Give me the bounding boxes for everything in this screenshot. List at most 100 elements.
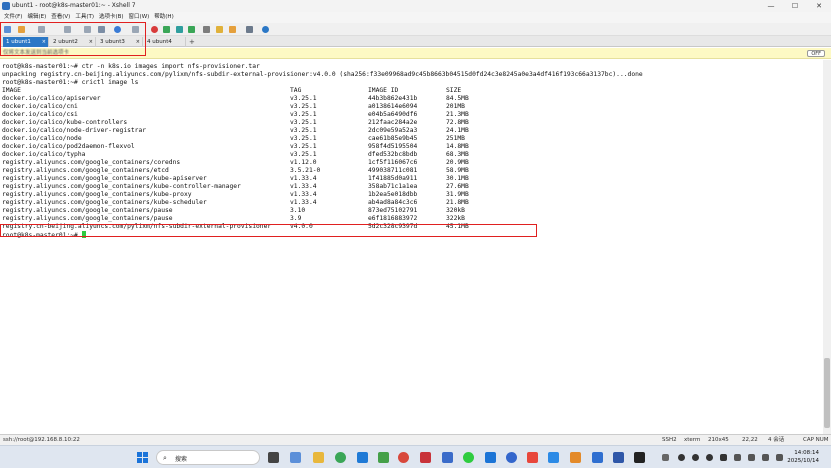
table-row-cell: 72.8MB [446, 119, 469, 126]
output-line: unpacking registry.cn-beijing.aliyuncs.c… [2, 71, 643, 78]
table-row-cell: registry.aliyuncs.com/google_containers/… [2, 199, 207, 206]
table-row-cell: v3.25.1 [290, 119, 317, 126]
table-row-cell: 2dc09e59a52a3 [368, 127, 418, 134]
off-toggle-button[interactable]: OFF [807, 50, 825, 57]
table-row-cell: 1f41885d0a911 [368, 175, 418, 182]
keyboard-icon[interactable] [203, 26, 210, 33]
table-row-cell: docker.io/calico/pod2daemon-flexvol [2, 143, 135, 150]
table-row-cell: registry.aliyuncs.com/google_containers/… [2, 167, 169, 174]
wifi-icon[interactable] [748, 454, 755, 461]
minimize-button[interactable]: — [759, 0, 783, 12]
caps-num-indicator: CAP NUM [803, 437, 829, 443]
taskbar-clock[interactable]: 14:08:14 2025/10/14 [787, 449, 819, 465]
table-row-cell: docker.io/calico/typha [2, 151, 86, 158]
table-row-cell: 27.6MB [446, 183, 469, 190]
add-tab-button[interactable]: + [189, 37, 195, 47]
app-icon[interactable] [634, 452, 645, 463]
xftp-icon[interactable] [151, 26, 158, 33]
app-icon[interactable] [442, 452, 453, 463]
transfer-icon[interactable] [163, 26, 170, 33]
table-row-cell: 201MB [446, 103, 465, 110]
app-icon[interactable] [527, 452, 538, 463]
table-row-cell: 1b2ea5e018dbb [368, 191, 418, 198]
menu-help[interactable]: 帮助(H) [154, 12, 173, 23]
windows-start-icon[interactable] [137, 452, 148, 463]
table-row-cell: registry.aliyuncs.com/google_containers/… [2, 175, 207, 182]
xshell-window: ubunt1 - root@k8s-master01:~ - Xshell 7 … [0, 0, 831, 468]
tray-icon[interactable] [706, 454, 713, 461]
toolbar-highlight-box [0, 22, 146, 56]
layout-icon[interactable] [246, 26, 253, 33]
xshell-task-icon[interactable] [398, 452, 409, 463]
table-header-cell: IMAGE [2, 87, 21, 94]
table-row-cell: registry.aliyuncs.com/google_containers/… [2, 207, 173, 214]
terminal-area[interactable]: root@k8s-master01:~# ctr -n k8s.io image… [0, 60, 823, 434]
table-row-cell: registry.aliyuncs.com/google_containers/… [2, 183, 241, 190]
table-row-cell: docker.io/calico/cni [2, 103, 78, 110]
word-icon[interactable] [613, 452, 624, 463]
battery-icon[interactable] [776, 454, 783, 461]
vscode-icon[interactable] [357, 452, 368, 463]
app-icon[interactable] [570, 452, 581, 463]
file-explorer-icon[interactable] [313, 452, 324, 463]
volume-icon[interactable] [762, 454, 769, 461]
scrollbar-thumb[interactable] [824, 358, 830, 428]
maximize-button[interactable]: ☐ [783, 0, 807, 12]
widgets-icon[interactable] [290, 452, 301, 463]
task-view-icon[interactable] [268, 452, 279, 463]
app-icon[interactable] [378, 452, 389, 463]
fullscreen-icon[interactable] [176, 26, 183, 33]
table-row-cell: 21.3MB [446, 111, 469, 118]
tab-ubunt4[interactable]: 4 ubunt4 [144, 37, 186, 47]
lock-icon[interactable] [216, 26, 223, 33]
table-row-cell: 499038711c081 [368, 167, 418, 174]
app-icon[interactable] [548, 452, 559, 463]
table-row-cell: 20.9MB [446, 159, 469, 166]
table-row-cell: v3.25.1 [290, 127, 317, 134]
window-controls: — ☐ ✕ [759, 0, 831, 12]
ime-icon[interactable] [734, 454, 741, 461]
table-row-cell: v3.25.1 [290, 143, 317, 150]
clock-time: 14:08:14 [794, 450, 819, 456]
table-row-cell: 58.9MB [446, 167, 469, 174]
table-row-cell: docker.io/calico/csi [2, 111, 78, 118]
table-row-cell: registry.aliyuncs.com/google_containers/… [2, 215, 173, 222]
table-row-cell: 21.8MB [446, 199, 469, 206]
table-row-cell: 3.5.21-0 [290, 167, 321, 174]
table-row-cell: 24.1MB [446, 127, 469, 134]
tab-label: 4 ubunt4 [147, 39, 172, 45]
table-row-cell: v1.33.4 [290, 175, 317, 182]
compose-icon[interactable] [188, 26, 195, 33]
terminal-type: xterm [684, 437, 701, 443]
vertical-scrollbar[interactable] [823, 60, 831, 434]
table-row-cell: docker.io/calico/kube-controllers [2, 119, 128, 126]
help-icon[interactable] [262, 26, 269, 33]
app-icon[interactable] [485, 452, 496, 463]
table-row-cell: v3.25.1 [290, 103, 317, 110]
table-row-cell: docker.io/calico/node-driver-registrar [2, 127, 147, 134]
tray-icon[interactable] [692, 454, 699, 461]
tray-icon[interactable] [720, 454, 727, 461]
edge-icon[interactable] [506, 452, 517, 463]
chrome-icon[interactable] [335, 452, 346, 463]
table-row-cell: v3.25.1 [290, 95, 317, 102]
search-icon: ⌕ [163, 454, 167, 462]
taskbar-search[interactable]: ⌕ 搜索 [156, 450, 260, 465]
table-row-cell: v3.25.1 [290, 151, 317, 158]
chat-icon[interactable] [229, 26, 236, 33]
table-header-cell: SIZE [446, 87, 462, 94]
tray-chevron-icon[interactable] [662, 454, 669, 461]
window-title: ubunt1 - root@k8s-master01:~ - Xshell 7 [12, 2, 136, 9]
app-icon[interactable] [420, 452, 431, 463]
app-icon[interactable] [592, 452, 603, 463]
tray-icon[interactable] [678, 454, 685, 461]
wechat-icon[interactable] [463, 452, 474, 463]
table-row-cell: docker.io/calico/apiserver [2, 95, 101, 102]
table-header-cell: TAG [290, 87, 302, 94]
session-count: 4 会话 [768, 437, 785, 443]
table-row-cell: v1.33.4 [290, 199, 317, 206]
table-row-cell: 44b3b862e431b [368, 95, 418, 102]
table-row-cell: 84.5MB [446, 95, 469, 102]
table-row-cell: v3.25.1 [290, 111, 317, 118]
close-button[interactable]: ✕ [807, 0, 831, 12]
